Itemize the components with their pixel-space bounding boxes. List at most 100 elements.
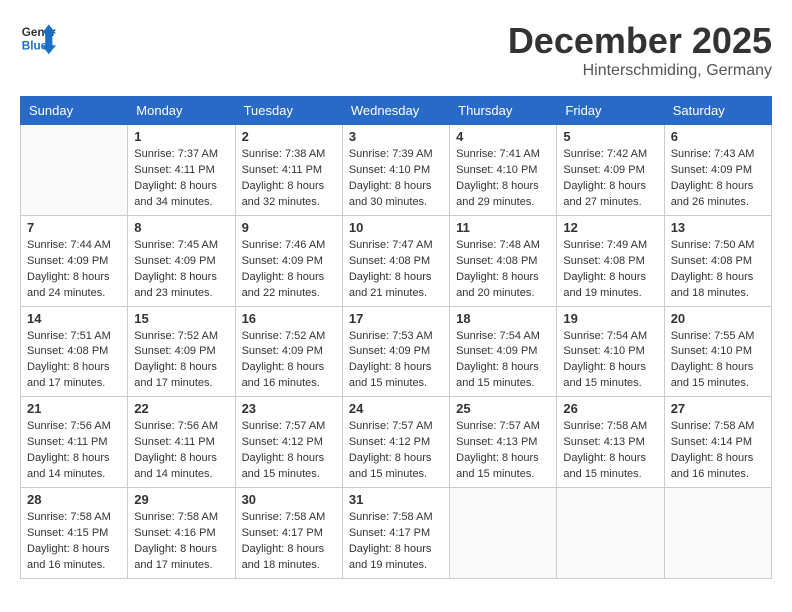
day-cell: 16 Sunrise: 7:52 AM Sunset: 4:09 PM Dayli… <box>235 306 342 397</box>
day-cell <box>664 488 771 579</box>
day-cell: 29 Sunrise: 7:58 AM Sunset: 4:16 PM Dayli… <box>128 488 235 579</box>
day-cell: 20 Sunrise: 7:55 AM Sunset: 4:10 PM Dayli… <box>664 306 771 397</box>
weekday-header-tuesday: Tuesday <box>235 97 342 125</box>
day-cell: 11 Sunrise: 7:48 AM Sunset: 4:08 PM Dayli… <box>450 215 557 306</box>
day-cell: 23 Sunrise: 7:57 AM Sunset: 4:12 PM Dayli… <box>235 397 342 488</box>
day-number: 7 <box>27 220 121 235</box>
day-number: 28 <box>27 492 121 507</box>
day-cell: 1 Sunrise: 7:37 AM Sunset: 4:11 PM Daylig… <box>128 125 235 216</box>
day-cell: 19 Sunrise: 7:54 AM Sunset: 4:10 PM Dayli… <box>557 306 664 397</box>
weekday-header-row: SundayMondayTuesdayWednesdayThursdayFrid… <box>21 97 772 125</box>
day-number: 9 <box>242 220 336 235</box>
day-cell: 27 Sunrise: 7:58 AM Sunset: 4:14 PM Dayli… <box>664 397 771 488</box>
day-cell: 25 Sunrise: 7:57 AM Sunset: 4:13 PM Dayli… <box>450 397 557 488</box>
day-cell: 3 Sunrise: 7:39 AM Sunset: 4:10 PM Daylig… <box>342 125 449 216</box>
day-number: 29 <box>134 492 228 507</box>
day-info: Sunrise: 7:57 AM Sunset: 4:12 PM Dayligh… <box>242 419 336 483</box>
day-cell <box>450 488 557 579</box>
day-number: 14 <box>27 311 121 326</box>
day-number: 25 <box>456 401 550 416</box>
day-number: 19 <box>563 311 657 326</box>
day-number: 13 <box>671 220 765 235</box>
day-info: Sunrise: 7:38 AM Sunset: 4:11 PM Dayligh… <box>242 147 336 211</box>
day-cell <box>21 125 128 216</box>
day-cell <box>557 488 664 579</box>
day-info: Sunrise: 7:56 AM Sunset: 4:11 PM Dayligh… <box>27 419 121 483</box>
day-cell: 7 Sunrise: 7:44 AM Sunset: 4:09 PM Daylig… <box>21 215 128 306</box>
day-info: Sunrise: 7:54 AM Sunset: 4:10 PM Dayligh… <box>563 329 657 393</box>
calendar-table: SundayMondayTuesdayWednesdayThursdayFrid… <box>20 96 772 579</box>
day-info: Sunrise: 7:58 AM Sunset: 4:17 PM Dayligh… <box>349 510 443 574</box>
title-area: December 2025 Hinterschmiding, Germany <box>508 20 772 80</box>
day-info: Sunrise: 7:45 AM Sunset: 4:09 PM Dayligh… <box>134 238 228 302</box>
weekday-header-saturday: Saturday <box>664 97 771 125</box>
day-number: 3 <box>349 129 443 144</box>
week-row-4: 28 Sunrise: 7:58 AM Sunset: 4:15 PM Dayli… <box>21 488 772 579</box>
month-title: December 2025 <box>508 20 772 62</box>
week-row-1: 7 Sunrise: 7:44 AM Sunset: 4:09 PM Daylig… <box>21 215 772 306</box>
day-cell: 30 Sunrise: 7:58 AM Sunset: 4:17 PM Dayli… <box>235 488 342 579</box>
day-info: Sunrise: 7:48 AM Sunset: 4:08 PM Dayligh… <box>456 238 550 302</box>
day-info: Sunrise: 7:57 AM Sunset: 4:13 PM Dayligh… <box>456 419 550 483</box>
day-info: Sunrise: 7:54 AM Sunset: 4:09 PM Dayligh… <box>456 329 550 393</box>
day-cell: 18 Sunrise: 7:54 AM Sunset: 4:09 PM Dayli… <box>450 306 557 397</box>
day-number: 27 <box>671 401 765 416</box>
day-number: 22 <box>134 401 228 416</box>
day-info: Sunrise: 7:58 AM Sunset: 4:14 PM Dayligh… <box>671 419 765 483</box>
day-info: Sunrise: 7:56 AM Sunset: 4:11 PM Dayligh… <box>134 419 228 483</box>
day-cell: 12Sunrise: 7:49 AM Sunset: 4:08 PM Dayli… <box>557 215 664 306</box>
day-number: 18 <box>456 311 550 326</box>
week-row-3: 21 Sunrise: 7:56 AM Sunset: 4:11 PM Dayli… <box>21 397 772 488</box>
day-number: 10 <box>349 220 443 235</box>
week-row-2: 14Sunrise: 7:51 AM Sunset: 4:08 PM Dayli… <box>21 306 772 397</box>
day-cell: 26Sunrise: 7:58 AM Sunset: 4:13 PM Dayli… <box>557 397 664 488</box>
day-number: 1 <box>134 129 228 144</box>
logo-icon: General Blue <box>20 20 56 56</box>
day-cell: 2 Sunrise: 7:38 AM Sunset: 4:11 PM Daylig… <box>235 125 342 216</box>
day-number: 6 <box>671 129 765 144</box>
weekday-header-thursday: Thursday <box>450 97 557 125</box>
day-info: Sunrise: 7:53 AM Sunset: 4:09 PM Dayligh… <box>349 329 443 393</box>
day-number: 24 <box>349 401 443 416</box>
day-cell: 6Sunrise: 7:43 AM Sunset: 4:09 PM Daylig… <box>664 125 771 216</box>
day-number: 11 <box>456 220 550 235</box>
week-row-0: 1 Sunrise: 7:37 AM Sunset: 4:11 PM Daylig… <box>21 125 772 216</box>
day-cell: 10 Sunrise: 7:47 AM Sunset: 4:08 PM Dayli… <box>342 215 449 306</box>
day-info: Sunrise: 7:55 AM Sunset: 4:10 PM Dayligh… <box>671 329 765 393</box>
day-number: 2 <box>242 129 336 144</box>
day-number: 8 <box>134 220 228 235</box>
day-number: 4 <box>456 129 550 144</box>
day-info: Sunrise: 7:58 AM Sunset: 4:16 PM Dayligh… <box>134 510 228 574</box>
day-cell: 17Sunrise: 7:53 AM Sunset: 4:09 PM Dayli… <box>342 306 449 397</box>
day-number: 20 <box>671 311 765 326</box>
day-cell: 22 Sunrise: 7:56 AM Sunset: 4:11 PM Dayli… <box>128 397 235 488</box>
day-number: 12 <box>563 220 657 235</box>
day-info: Sunrise: 7:37 AM Sunset: 4:11 PM Dayligh… <box>134 147 228 211</box>
day-info: Sunrise: 7:44 AM Sunset: 4:09 PM Dayligh… <box>27 238 121 302</box>
day-info: Sunrise: 7:42 AM Sunset: 4:09 PM Dayligh… <box>563 147 657 211</box>
day-cell: 8 Sunrise: 7:45 AM Sunset: 4:09 PM Daylig… <box>128 215 235 306</box>
day-cell: 31 Sunrise: 7:58 AM Sunset: 4:17 PM Dayli… <box>342 488 449 579</box>
day-info: Sunrise: 7:52 AM Sunset: 4:09 PM Dayligh… <box>242 329 336 393</box>
day-number: 30 <box>242 492 336 507</box>
day-cell: 15Sunrise: 7:52 AM Sunset: 4:09 PM Dayli… <box>128 306 235 397</box>
day-number: 23 <box>242 401 336 416</box>
weekday-header-monday: Monday <box>128 97 235 125</box>
location-subtitle: Hinterschmiding, Germany <box>508 62 772 80</box>
day-number: 15 <box>134 311 228 326</box>
day-info: Sunrise: 7:39 AM Sunset: 4:10 PM Dayligh… <box>349 147 443 211</box>
day-info: Sunrise: 7:58 AM Sunset: 4:13 PM Dayligh… <box>563 419 657 483</box>
day-number: 31 <box>349 492 443 507</box>
day-number: 21 <box>27 401 121 416</box>
weekday-header-sunday: Sunday <box>21 97 128 125</box>
day-number: 16 <box>242 311 336 326</box>
day-cell: 13 Sunrise: 7:50 AM Sunset: 4:08 PM Dayli… <box>664 215 771 306</box>
day-info: Sunrise: 7:57 AM Sunset: 4:12 PM Dayligh… <box>349 419 443 483</box>
day-info: Sunrise: 7:58 AM Sunset: 4:17 PM Dayligh… <box>242 510 336 574</box>
day-cell: 14Sunrise: 7:51 AM Sunset: 4:08 PM Dayli… <box>21 306 128 397</box>
day-info: Sunrise: 7:47 AM Sunset: 4:08 PM Dayligh… <box>349 238 443 302</box>
day-info: Sunrise: 7:50 AM Sunset: 4:08 PM Dayligh… <box>671 238 765 302</box>
weekday-header-friday: Friday <box>557 97 664 125</box>
day-info: Sunrise: 7:58 AM Sunset: 4:15 PM Dayligh… <box>27 510 121 574</box>
header: General Blue December 2025 Hinterschmidi… <box>20 20 772 80</box>
